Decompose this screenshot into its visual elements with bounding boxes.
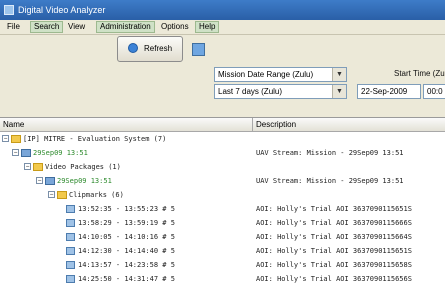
refresh-label: Refresh <box>144 44 173 53</box>
row-description: AOI: Holly's Trial AOI 3637090115658S <box>256 261 412 269</box>
folder-icon <box>57 191 67 199</box>
row-name: 29Sep09 13:51 <box>57 177 112 185</box>
range-value-select[interactable]: Last 7 days (Zulu) ▼ <box>214 84 347 99</box>
row-description: AOI: Holly's Trial AOI 3637090115651S <box>256 247 412 255</box>
menu-administration[interactable]: Administration <box>96 21 155 33</box>
tree-row[interactable]: 13:58:29 - 13:59:19 # 5 AOI: Holly's Tri… <box>0 216 445 230</box>
tree-row[interactable]: − Video Packages (1) <box>0 160 445 174</box>
row-description: UAV Stream: Mission - 29Sep09 13:51 <box>256 177 404 185</box>
tree-row[interactable]: 14:13:57 - 14:23:58 # 5 AOI: Holly's Tri… <box>0 258 445 272</box>
row-name: 14:12:30 - 14:14:40 # 5 <box>78 247 175 255</box>
start-time-label: Start Time (Zu <box>394 69 445 78</box>
tree-row[interactable]: − Clipmarks (6) <box>0 188 445 202</box>
row-description: AOI: Holly's Trial AOI 3637090115664S <box>256 233 412 241</box>
chevron-down-icon[interactable]: ▼ <box>332 68 346 81</box>
row-name: 14:25:50 - 14:31:47 # 5 <box>78 275 175 283</box>
video-icon <box>45 177 55 185</box>
menu-search[interactable]: Search <box>30 21 64 33</box>
tree-row[interactable]: − [IP] MITRE - Evaluation System (7) <box>0 132 445 146</box>
app-icon <box>4 5 14 15</box>
start-time-field[interactable]: 00:0 <box>423 84 445 99</box>
menu-options[interactable]: Options <box>158 21 192 33</box>
tree-row[interactable]: − 29Sep09 13:51 UAV Stream: Mission - 29… <box>0 174 445 188</box>
window-title: Digital Video Analyzer <box>18 5 106 15</box>
row-description: UAV Stream: Mission - 29Sep09 13:51 <box>256 149 404 157</box>
menu-bar: File Search View Administration Options … <box>0 20 445 35</box>
window-titlebar: Digital Video Analyzer <box>0 0 445 20</box>
clip-icon <box>66 219 75 227</box>
row-name: 29Sep09 13:51 <box>33 149 88 157</box>
row-description: AOI: Holly's Trial AOI 3637090115666S <box>256 219 412 227</box>
calendar-icon[interactable] <box>192 43 205 56</box>
clip-icon <box>66 247 75 255</box>
tree-row[interactable]: 14:25:50 - 14:31:47 # 5 AOI: Holly's Tri… <box>0 272 445 286</box>
clip-icon <box>66 205 75 213</box>
collapse-toggle-icon[interactable]: − <box>48 191 55 198</box>
column-header-description[interactable]: Description <box>256 118 296 131</box>
start-date-value: 22-Sep-2009 <box>361 87 408 96</box>
refresh-button[interactable]: Refresh <box>117 36 183 62</box>
tree-row[interactable]: 13:52:35 - 13:55:23 # 5 AOI: Holly's Tri… <box>0 202 445 216</box>
clip-icon <box>66 261 75 269</box>
tree-row[interactable]: − 29Sep09 13:51 UAV Stream: Mission - 29… <box>0 146 445 160</box>
start-time-value: 00:0 <box>427 87 443 96</box>
start-date-field[interactable]: 22-Sep-2009 <box>357 84 421 99</box>
row-name: 13:58:29 - 13:59:19 # 5 <box>78 219 175 227</box>
tree-row[interactable]: 14:12:30 - 14:14:40 # 5 AOI: Holly's Tri… <box>0 244 445 258</box>
row-name: 14:10:05 - 14:10:16 # 5 <box>78 233 175 241</box>
collapse-toggle-icon[interactable]: − <box>2 135 9 142</box>
collapse-toggle-icon[interactable]: − <box>12 149 19 156</box>
folder-icon <box>11 135 21 143</box>
collapse-toggle-icon[interactable]: − <box>24 163 31 170</box>
menu-file[interactable]: File <box>4 21 23 33</box>
results-tree-grid: Name Description − [IP] MITRE - Evaluati… <box>0 117 445 300</box>
video-icon <box>21 149 31 157</box>
row-name: 13:52:35 - 13:55:23 # 5 <box>78 205 175 213</box>
row-name: Video Packages (1) <box>45 163 121 171</box>
range-value-text: Last 7 days (Zulu) <box>218 87 283 96</box>
row-name: [IP] MITRE - Evaluation System (7) <box>23 135 167 143</box>
folder-icon <box>33 163 43 171</box>
row-name: 14:13:57 - 14:23:58 # 5 <box>78 261 175 269</box>
range-type-select[interactable]: Mission Date Range (Zulu) ▼ <box>214 67 347 82</box>
tree-row[interactable]: 14:10:05 - 14:10:16 # 5 AOI: Holly's Tri… <box>0 230 445 244</box>
clip-icon <box>66 275 75 283</box>
column-header-name[interactable]: Name <box>3 118 24 131</box>
row-description: AOI: Holly's Trial AOI 3637090115651S <box>256 205 412 213</box>
column-divider[interactable] <box>252 118 253 131</box>
collapse-toggle-icon[interactable]: − <box>36 177 43 184</box>
refresh-icon <box>128 43 138 53</box>
menu-view[interactable]: View <box>65 21 88 33</box>
clip-icon <box>66 233 75 241</box>
menu-help[interactable]: Help <box>195 21 220 33</box>
range-type-value: Mission Date Range (Zulu) <box>218 70 314 79</box>
chevron-down-icon[interactable]: ▼ <box>332 85 346 98</box>
row-description: AOI: Holly's Trial AOI 3637090115656S <box>256 275 412 283</box>
grid-header: Name Description <box>0 118 445 132</box>
row-name: Clipmarks (6) <box>69 191 124 199</box>
